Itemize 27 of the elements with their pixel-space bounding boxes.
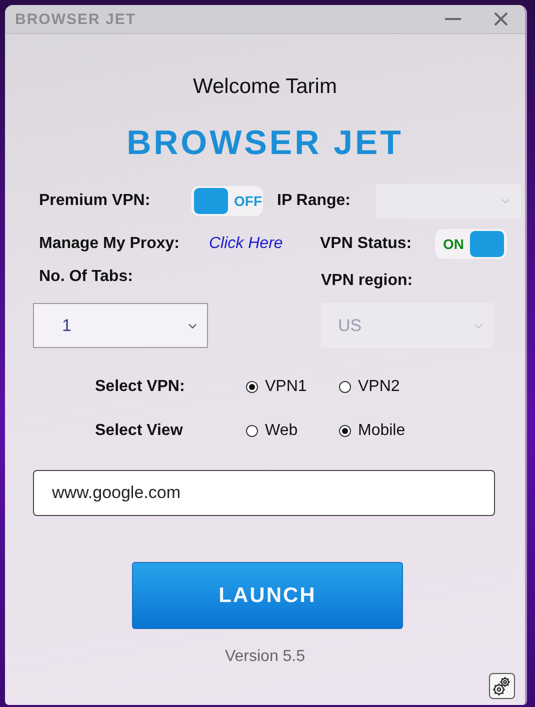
field-label: VPN region: bbox=[321, 272, 414, 290]
chevron-icon bbox=[188, 322, 197, 328]
app-logo: BROWSER JET bbox=[126, 124, 404, 163]
welcome-text: Welcome Tarim bbox=[192, 75, 338, 99]
version-text: Version 5.5 bbox=[224, 648, 306, 666]
proxy-link[interactable]: Click Here bbox=[209, 235, 320, 253]
settings-button[interactable] bbox=[489, 673, 515, 699]
close-icon bbox=[494, 12, 508, 26]
url-field[interactable]: www.google.com bbox=[33, 470, 495, 516]
field-label: Manage My Proxy: bbox=[39, 235, 180, 253]
toggle-switch[interactable]: ON bbox=[435, 229, 507, 259]
chevron-icon bbox=[501, 198, 510, 204]
window-title: BROWSER JET bbox=[14, 10, 138, 28]
dropdown[interactable]: 1 bbox=[33, 303, 208, 348]
field-label: Select VPN: bbox=[94, 378, 186, 396]
chevron-icon bbox=[474, 322, 483, 328]
field-label: No. Of Tabs: bbox=[39, 268, 134, 286]
radio-option[interactable]: Mobile bbox=[339, 422, 432, 440]
radio-option[interactable]: VPN2 bbox=[339, 378, 432, 396]
field-label: VPN Status: bbox=[320, 235, 413, 253]
field-label: Premium VPN: bbox=[39, 192, 152, 210]
radio-option[interactable]: VPN1 bbox=[246, 378, 339, 396]
field-label: Select View bbox=[94, 422, 184, 440]
radio-option[interactable]: Web bbox=[246, 422, 339, 440]
field-label: IP Range: bbox=[277, 192, 352, 210]
settings-icon bbox=[491, 675, 513, 697]
minimize-icon bbox=[445, 17, 461, 21]
